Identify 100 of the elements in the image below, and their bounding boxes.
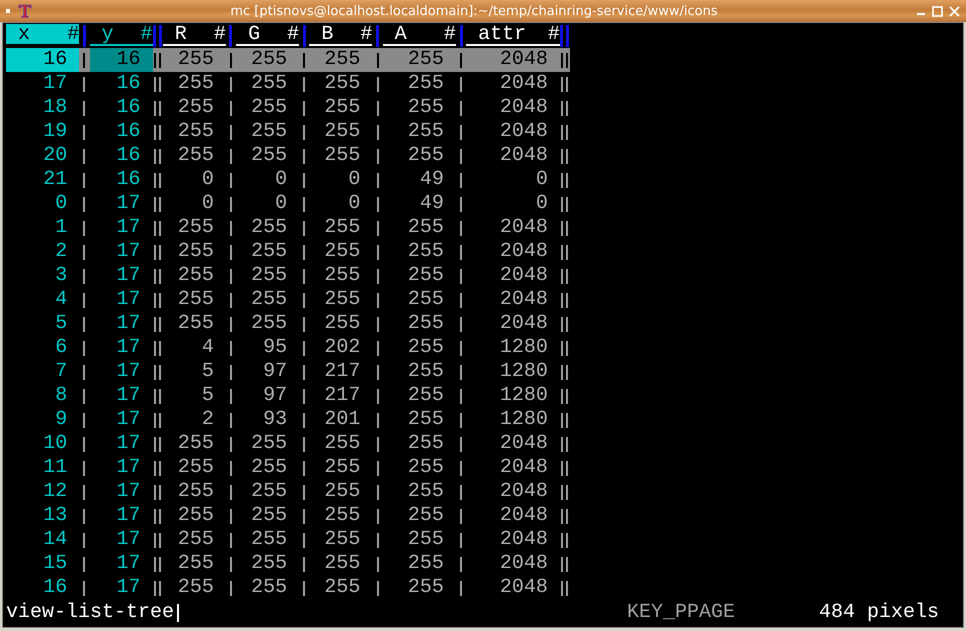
table-cell-text: 255 <box>406 264 445 288</box>
table-cell-text: 255 <box>176 216 215 240</box>
table-cell-text: 10 <box>42 432 68 456</box>
table-cell-text: 17 <box>116 240 142 264</box>
table-cell-text: 255 <box>250 504 288 528</box>
table-row[interactable]: 2 17 255 255 255 255 2048 <box>6 240 570 264</box>
table-cell-text: 255 <box>406 240 445 264</box>
table-cell-text: 20 <box>42 144 68 168</box>
table-row[interactable]: 16 17 255 255 255 255 2048 <box>6 576 570 600</box>
table-cell-text: 255 <box>323 312 362 336</box>
table-cell-text: 255 <box>406 528 445 552</box>
table-cell-text: 1280 <box>498 336 549 360</box>
table-cell-text: 255 <box>250 120 288 144</box>
table-cell-text: 2048 <box>498 48 549 72</box>
table-row[interactable]: 6 17 4 95 202 255 1280 <box>6 336 570 360</box>
table-cell-text: 2048 <box>498 216 549 240</box>
column-header[interactable]: x # <box>6 24 80 46</box>
table-row[interactable]: 21 16 0 0 0 49 0 <box>6 168 570 192</box>
table-cell-text: 2048 <box>498 264 549 288</box>
table-cell-text: 2048 <box>498 240 549 264</box>
table-row[interactable]: 3 17 255 255 255 255 2048 <box>6 264 570 288</box>
table-cell-text: 255 <box>176 120 215 144</box>
table-cell-text: 255 <box>406 384 445 408</box>
table-cell-text: 16 <box>116 72 142 96</box>
column-header[interactable]: G # <box>236 24 300 46</box>
table-row[interactable]: 19 16 255 255 255 255 2048 <box>6 120 570 144</box>
maximize-icon[interactable] <box>932 6 943 16</box>
table-cell-text: 9 <box>54 408 68 432</box>
table-cell-text: 16 <box>116 96 142 120</box>
table-cell-text: 17 <box>116 288 142 312</box>
table-cell-text: 255 <box>406 216 445 240</box>
table-cell-text: 255 <box>176 72 215 96</box>
close-icon[interactable] <box>949 6 960 16</box>
table-row[interactable]: 5 17 255 255 255 255 2048 <box>6 312 570 336</box>
table-cell-text: 255 <box>323 48 362 72</box>
table-cell: 16 <box>90 48 153 72</box>
table-cell-text: 0 <box>54 192 68 216</box>
table-row[interactable]: 15 17 255 255 255 255 2048 <box>6 552 570 576</box>
table-cell-text: 3 <box>54 264 68 288</box>
table-cell-text: 255 <box>176 456 215 480</box>
column-header[interactable]: R # <box>162 24 226 46</box>
table-cell-text: 0 <box>200 192 215 216</box>
table-cell-text: 2048 <box>498 144 549 168</box>
table-cell-text: 11 <box>42 456 68 480</box>
table-cell-text: 255 <box>406 576 445 600</box>
table-cell-text: 2 <box>200 408 215 432</box>
table-row[interactable]: 17 16 255 255 255 255 2048 <box>6 72 570 96</box>
table-row[interactable]: 0 17 0 0 0 49 0 <box>6 192 570 216</box>
table-row[interactable]: 18 16 255 255 255 255 2048 <box>6 96 570 120</box>
mode-label: view-list-tree <box>6 601 174 625</box>
key-label: KEY_PPAGE <box>626 601 735 625</box>
table-row[interactable]: 14 17 255 255 255 255 2048 <box>6 528 570 552</box>
table-cell-text: 255 <box>250 288 288 312</box>
table-cell-text: 17 <box>116 480 142 504</box>
table-cell-text: 2048 <box>498 480 549 504</box>
table-row[interactable]: 10 17 255 255 255 255 2048 <box>6 432 570 456</box>
table-cell-text: 255 <box>406 360 445 384</box>
table-cell-text: 1280 <box>498 384 549 408</box>
table-row[interactable]: 4 17 255 255 255 255 2048 <box>6 288 570 312</box>
table-cell-text: 255 <box>323 72 362 96</box>
column-header[interactable]: A # <box>382 24 456 46</box>
table-cell-text: 97 <box>262 360 288 384</box>
table-row[interactable]: 7 17 5 97 217 255 1280 <box>6 360 570 384</box>
table-cell-text: 255 <box>323 96 362 120</box>
table-row[interactable]: 16 16 255 255 255 255 2048 <box>6 48 570 72</box>
table-cell-text: 2048 <box>498 576 549 600</box>
table-cell-text: 17 <box>116 576 142 600</box>
table-cell-text: 255 <box>250 72 288 96</box>
table-row[interactable]: 8 17 5 97 217 255 1280 <box>6 384 570 408</box>
table-cell-text: 255 <box>250 96 288 120</box>
table-row[interactable]: 11 17 255 255 255 255 2048 <box>6 456 570 480</box>
table-cell-text: 255 <box>250 576 288 600</box>
table-cell-text: 0 <box>274 192 288 216</box>
table-row[interactable]: 1 17 255 255 255 255 2048 <box>6 216 570 240</box>
table-row[interactable]: 20 16 255 255 255 255 2048 <box>6 144 570 168</box>
table-cell-text: 255 <box>250 312 288 336</box>
table-cell-text: 15 <box>42 552 68 576</box>
table-cell-text: 255 <box>176 264 215 288</box>
table-cell: 16 <box>6 48 80 72</box>
table-cell-text: 2048 <box>498 312 549 336</box>
table-cell-text: 255 <box>323 144 362 168</box>
table-row[interactable]: 12 17 255 255 255 255 2048 <box>6 480 570 504</box>
table-cell-text: 4 <box>200 336 215 360</box>
table-cell-text: 2 <box>54 240 68 264</box>
table-cell-text: 255 <box>406 120 445 144</box>
table-cell-text: 255 <box>406 432 445 456</box>
column-header[interactable]: B # <box>309 24 372 46</box>
table-cell-text: 255 <box>176 240 215 264</box>
table-cell-text: 2048 <box>498 456 549 480</box>
table-cell-text: 21 <box>42 168 68 192</box>
table-row[interactable]: 9 17 2 93 201 255 1280 <box>6 408 570 432</box>
table-cell-text: 202 <box>323 336 362 360</box>
table-cell-text: 17 <box>116 312 142 336</box>
table-cell-text: 255 <box>250 480 288 504</box>
table-cell-text: 2048 <box>498 432 549 456</box>
table-cell-text: 0 <box>534 168 549 192</box>
table-cell-text: 255 <box>250 528 288 552</box>
table-row[interactable]: 13 17 255 255 255 255 2048 <box>6 504 570 528</box>
table-cell-text: 2048 <box>498 288 549 312</box>
table-cell-text: 255 <box>176 48 215 72</box>
